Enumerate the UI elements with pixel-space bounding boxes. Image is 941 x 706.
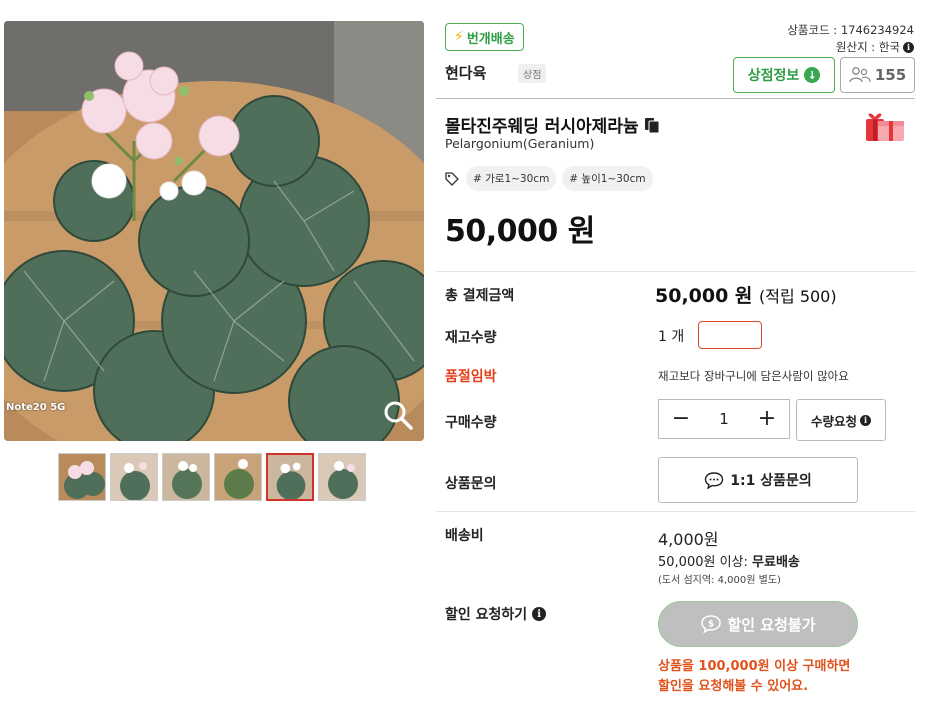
inquiry-button[interactable]: 1:1 상품문의 xyxy=(658,457,858,503)
fast-shipping-label: 번개배송 xyxy=(466,31,515,47)
stock-value: 1 개 xyxy=(658,329,685,345)
geranium-photo xyxy=(4,21,424,441)
total-label: 총 결제금액 xyxy=(445,288,515,304)
stock-label: 재고수량 xyxy=(445,330,497,346)
product-tags: # 가로1~30cm # 높이1~30cm xyxy=(444,166,653,191)
discount-label: 할인 요청하기 i xyxy=(445,604,547,624)
discount-request-button[interactable]: $ 할인 요청불가 xyxy=(658,601,858,647)
product-meta: 상품코드 : 1746234924 원산지 : 한국 i xyxy=(787,22,914,56)
divider xyxy=(436,271,915,272)
thumbnail[interactable] xyxy=(318,453,366,501)
info-icon[interactable]: i xyxy=(903,42,914,53)
free-shipping-condition: 50,000원 이상: 무료배송 xyxy=(658,555,800,570)
discount-message: 상품을 100,000원 이상 구매하면 할인을 요청해볼 수 있어요. xyxy=(658,659,851,694)
product-code: 상품코드 : 1746234924 xyxy=(787,23,914,37)
product-main-image[interactable]: Note20 5G xyxy=(4,21,424,441)
gift-icon[interactable] xyxy=(864,109,906,143)
quantity-request-button[interactable]: 수량요청 i xyxy=(796,399,886,441)
lightning-icon: ⚡ xyxy=(454,29,464,45)
follower-count: 155 xyxy=(874,66,907,84)
users-icon xyxy=(849,67,871,83)
thumbnail[interactable] xyxy=(58,453,106,501)
product-subtitle: Pelargonium(Geranium) xyxy=(445,136,595,151)
tag-icon xyxy=(445,171,459,186)
thumbnail[interactable] xyxy=(162,453,210,501)
info-icon[interactable]: i xyxy=(532,607,547,621)
soldout-message: 재고보다 장바구니에 담은사람이 많아요 xyxy=(658,369,849,383)
thumbnail[interactable] xyxy=(214,453,262,501)
dollar-chat-icon: $ xyxy=(701,615,722,634)
product-price: 50,000 원 xyxy=(445,214,595,249)
thumbnail-strip xyxy=(58,453,366,501)
shipping-value: 4,000원 xyxy=(658,530,719,549)
minus-button[interactable]: − xyxy=(669,408,693,430)
chat-bubble-icon xyxy=(705,472,724,489)
points-text: (적립 500) xyxy=(759,287,837,306)
tag-chip[interactable]: # 높이1~30cm xyxy=(562,166,653,191)
total-amount: 50,000 원 (적립 500) xyxy=(655,285,837,307)
divider xyxy=(436,98,915,99)
shop-info-button[interactable]: 상점정보 ↓ xyxy=(733,57,835,93)
divider xyxy=(436,511,915,512)
shipping-note: (도서 섬지역: 4,000원 별도) xyxy=(658,575,781,586)
follow-button[interactable]: 155 xyxy=(840,57,915,93)
quantity-label: 구매수량 xyxy=(445,415,497,431)
tag-chip[interactable]: # 가로1~30cm xyxy=(466,166,557,191)
svg-text:$: $ xyxy=(708,620,714,630)
quantity-stepper: − 1 + xyxy=(658,399,790,439)
shop-name[interactable]: 현다육 xyxy=(445,62,486,83)
stock-highlight-box xyxy=(698,321,762,349)
shipping-label: 배송비 xyxy=(445,528,484,544)
quantity-input[interactable]: 1 xyxy=(719,410,729,428)
info-icon: i xyxy=(860,414,871,426)
soldout-label: 품절임박 xyxy=(445,369,497,385)
shop-tag: 상점 xyxy=(518,64,547,83)
photo-watermark: Note20 5G xyxy=(6,402,66,413)
plus-button[interactable]: + xyxy=(755,408,779,430)
origin: 원산지 : 한국 i xyxy=(787,39,914,56)
fast-shipping-badge: ⚡ 번개배송 xyxy=(445,23,524,51)
arrow-down-circle-icon: ↓ xyxy=(804,67,821,83)
product-title: 몰타진주웨딩 러시아제라늄 xyxy=(445,112,661,137)
inquiry-label: 상품문의 xyxy=(445,476,497,492)
copy-icon[interactable] xyxy=(643,116,661,134)
thumbnail[interactable] xyxy=(110,453,158,501)
magnifier-icon[interactable] xyxy=(382,399,414,431)
product-page: Note20 5G ⚡ 번개배송 현다육 상점 상품코드 : 174623492… xyxy=(0,0,941,706)
thumbnail-active[interactable] xyxy=(266,453,314,501)
